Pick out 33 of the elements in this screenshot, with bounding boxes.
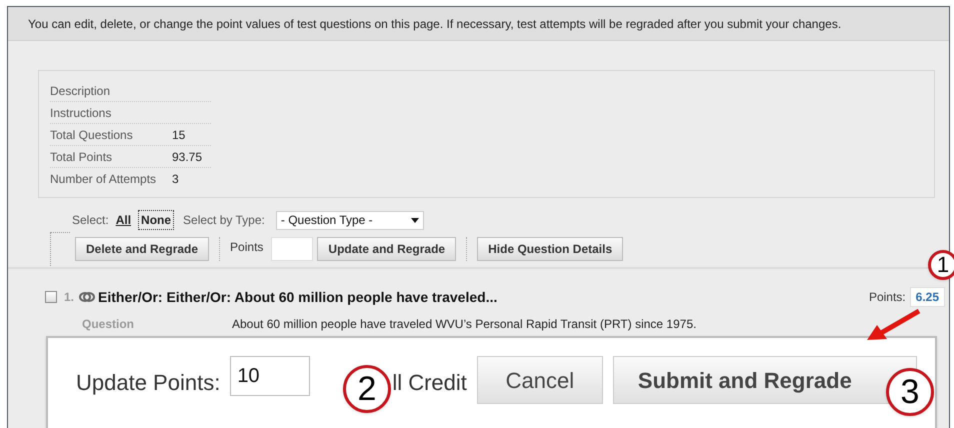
points-label: Points: [868, 289, 906, 306]
select-all-link[interactable]: All [114, 211, 134, 229]
summary-label: Number of Attempts [50, 171, 158, 188]
update-points-input[interactable]: 10 [230, 356, 310, 396]
select-label: Select: [72, 212, 109, 229]
linked-rings-icon [79, 290, 96, 304]
points-input[interactable] [271, 237, 314, 261]
summary-label: Instructions [50, 104, 112, 122]
partial-credit-text: ll Credit [392, 369, 467, 397]
caret-icon [410, 218, 419, 222]
summary-label: Total Questions [50, 126, 134, 144]
update-and-regrade-button[interactable]: Update and Regrade [317, 237, 456, 261]
arrow [867, 308, 920, 340]
summary-value: 3 [172, 171, 179, 188]
summary-value: 93.75 [172, 148, 202, 166]
question-type-dropdown[interactable]: - Question Type - [276, 210, 424, 230]
select-by-type-label: Select by Type: [183, 212, 265, 229]
question-label: Question [82, 316, 136, 333]
summary-label: Description [50, 82, 112, 100]
notice-text: You can edit, delete, or change the point values of test questions on this page. If necessary, test attempts will be regraded after you submit your changes. [28, 16, 842, 32]
points-value[interactable]: 6.25 [910, 287, 945, 307]
update-points-label: Update Points: [76, 369, 220, 397]
summary-value: 15 [172, 126, 186, 144]
cancel-button[interactable]: Cancel [476, 356, 603, 404]
delete-and-regrade-button[interactable]: Delete and Regrade [75, 237, 210, 261]
points-label: Points [230, 239, 264, 256]
question-number: 1. [64, 289, 74, 306]
question-text: About 60 million people have traveled WVU’s Personal Rapid Transit (PRT) since 1975. [232, 316, 696, 333]
hide-question-details-button[interactable]: Hide Question Details [477, 237, 624, 261]
summary-label: Total Points [50, 148, 114, 166]
checkbox[interactable] [45, 291, 57, 303]
select-none-link[interactable]: None [138, 210, 174, 230]
question-title[interactable]: Either/Or: Either/Or: About 60 million people have traveled... [98, 286, 498, 308]
